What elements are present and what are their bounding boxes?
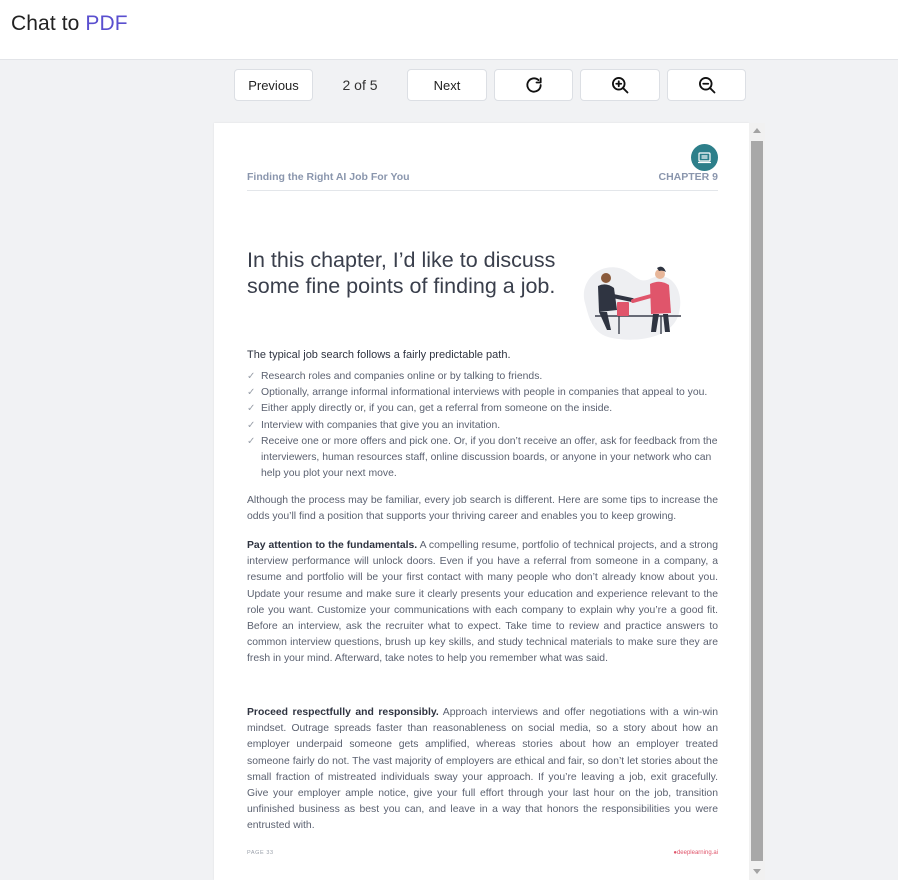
vertical-scrollbar[interactable] xyxy=(749,123,765,880)
refresh-button[interactable] xyxy=(494,69,573,101)
job-search-checklist: ✓ Research roles and companies online or … xyxy=(247,369,718,482)
handshake-illustration-icon xyxy=(583,266,681,340)
scroll-up-arrow-icon[interactable] xyxy=(753,128,761,133)
checkmark-icon: ✓ xyxy=(247,435,256,447)
list-item: ✓ Optionally, arrange informal informatio… xyxy=(247,385,718,401)
scrollbar-thumb[interactable] xyxy=(751,141,763,861)
page-number: PAGE 33 xyxy=(247,850,274,856)
zoom-in-icon xyxy=(612,77,629,94)
checkmark-icon: ✓ xyxy=(247,403,256,415)
list-item-text: Either apply directly or, if you can, ge… xyxy=(261,403,613,415)
checkmark-icon: ✓ xyxy=(247,371,256,382)
brand-name: deeplearning.ai xyxy=(676,850,718,856)
fundamentals-heading: Pay attention to the fundamentals. xyxy=(247,540,418,551)
app-title-prefix: Chat to xyxy=(11,12,86,35)
list-item-text: Interview with companies that give you a… xyxy=(261,419,501,431)
checkmark-icon: ✓ xyxy=(247,387,256,399)
pdf-page-header: Finding the Right AI Job For You CHAPTER… xyxy=(247,171,718,191)
pdf-toolbar: Previous 2 of 5 Next xyxy=(0,69,898,101)
list-item: ✓ Either apply directly or, if you can, g… xyxy=(247,401,718,417)
checkmark-icon: ✓ xyxy=(247,419,256,431)
brand-footer: ●deeplearning.ai xyxy=(673,850,718,856)
next-button[interactable]: Next xyxy=(407,69,487,101)
scroll-down-arrow-icon[interactable] xyxy=(753,869,761,874)
app-title-accent: PDF xyxy=(85,12,128,35)
list-item-text: Receive one or more offers and pick one.… xyxy=(261,435,718,480)
fundamentals-paragraph: Pay attention to the fundamentals. A com… xyxy=(247,538,718,668)
respectful-paragraph: Proceed respectfully and responsibly. Ap… xyxy=(247,705,718,835)
previous-button[interactable]: Previous xyxy=(234,69,313,101)
job-search-lead: The typical job search follows a fairly … xyxy=(247,349,511,361)
respectful-heading: Proceed respectfully and responsibly. xyxy=(247,707,439,718)
chapter-label: CHAPTER 9 xyxy=(658,171,718,183)
list-item: ✓ Receive one or more offers and pick one… xyxy=(247,434,718,483)
fundamentals-body: A compelling resume, portfolio of techni… xyxy=(247,540,718,665)
zoom-in-button[interactable] xyxy=(580,69,660,101)
list-item-text: Optionally, arrange informal information… xyxy=(261,387,708,399)
refresh-icon xyxy=(525,77,542,93)
zoom-out-icon xyxy=(698,77,715,94)
page-indicator: 2 of 5 xyxy=(342,77,378,93)
respectful-body: Approach interviews and offer negotiatio… xyxy=(247,707,718,832)
app-header: Chat to PDF xyxy=(0,0,898,60)
intro-paragraph: Although the process may be familiar, ev… xyxy=(247,495,718,523)
zoom-out-button[interactable] xyxy=(667,69,746,101)
pdf-page: Finding the Right AI Job For You CHAPTER… xyxy=(214,123,749,880)
chapter-badge-icon xyxy=(691,144,718,171)
running-title: Finding the Right AI Job For You xyxy=(247,171,410,183)
list-item: ✓ Interview with companies that give you … xyxy=(247,418,718,434)
app-title: Chat to PDF xyxy=(11,12,128,36)
chapter-headline: In this chapter, I’d like to discuss som… xyxy=(247,248,556,298)
list-item: ✓ Research roles and companies online or … xyxy=(247,369,718,385)
list-item-text: Research roles and companies online or b… xyxy=(261,371,543,382)
